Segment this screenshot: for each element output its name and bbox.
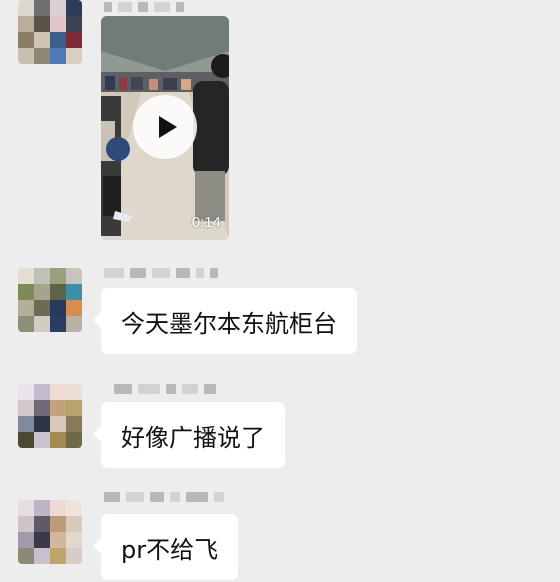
video-message[interactable]: 0:14 (101, 16, 229, 240)
play-icon (158, 116, 177, 138)
message-text: 好像广播说了 (121, 423, 265, 452)
message-bubble[interactable]: 好像广播说了 (93, 402, 285, 468)
sender-name (104, 0, 184, 14)
sender-avatar[interactable] (18, 0, 82, 64)
message-bubble[interactable]: 今天墨尔本东航柜台 (93, 288, 357, 354)
sender-avatar[interactable] (18, 384, 82, 448)
message-bubble[interactable]: pr不给飞 (92, 514, 239, 580)
sender-name (114, 382, 216, 396)
sender-name (104, 490, 224, 504)
play-button[interactable] (133, 95, 197, 159)
message-text: pr不给飞 (121, 535, 219, 564)
sender-avatar[interactable] (18, 500, 82, 564)
video-duration: 0:14 (191, 214, 221, 231)
sender-name (104, 266, 218, 280)
sender-avatar[interactable] (18, 268, 82, 332)
message-text: 今天墨尔本东航柜台 (121, 309, 337, 338)
